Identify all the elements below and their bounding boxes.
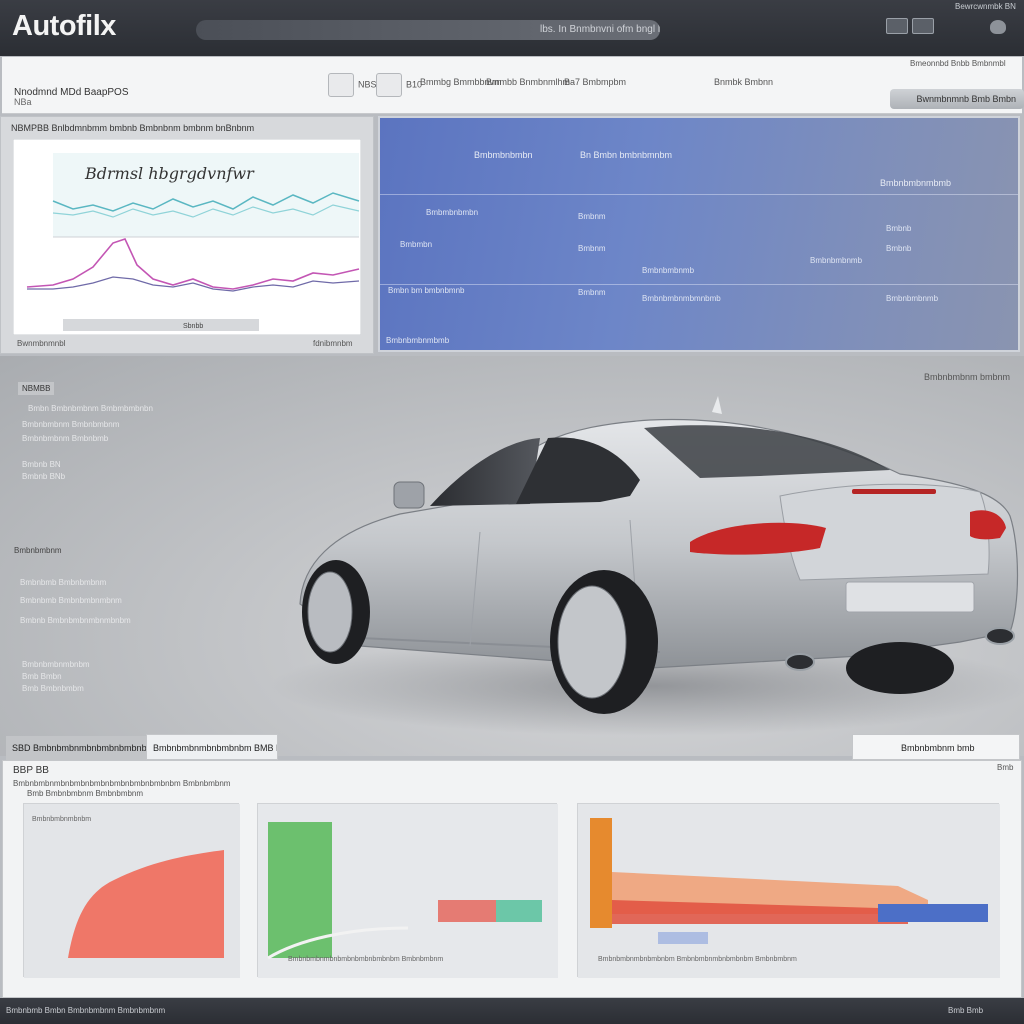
user-icon[interactable] (990, 20, 1006, 34)
bar (496, 900, 542, 922)
mini-chart: Bmbnbmbnmbnbmbnbm Bmbnbmbnmbnbmbnbm Bmbn… (577, 803, 1000, 978)
bar (590, 818, 612, 928)
status-right: Bmb Bmb (948, 1006, 984, 1015)
toolbar-item-label: Ba7 Bmbmpbm (564, 77, 627, 87)
telemetry-panel: NBMPBB Bnlbdmnbmm bmbnb Bmbnbnm bmbnm bn… (0, 116, 374, 354)
bar-chart (258, 804, 558, 978)
chart-label: Bmbnbmbnmbnbmbnbm Bmbnbmbnmbnbmbnbm Bmbn… (598, 956, 797, 963)
tab-details[interactable]: Bmbnbmbnmbnbmbnbm BMB BBB (146, 734, 278, 760)
row-divider (380, 284, 1018, 285)
toolbar-item-label: Bmmbb Bnmbnmlhm (486, 77, 571, 87)
chart-label: Bmbnbmbnmbnbm (32, 816, 92, 823)
tab-overview[interactable]: SBD Bmbnbmbnmbnbmbnbmbnbmbnbm (6, 736, 146, 760)
table-cell: Bmbmbnbmbn (426, 208, 479, 217)
table-cell: Bmbmbn (400, 240, 433, 249)
panel-title: BBP BB (13, 765, 49, 776)
search-text: lbs. In Bnmbnvni ofm bngl hnmf (540, 24, 660, 35)
antenna (712, 396, 722, 414)
sub-header: Nnodmnd MDd BaapPOS NBa NBSS B10 Bmmbg B… (2, 57, 1024, 114)
panel-title: NBMPBB Bnlbdmnbmm bmbnb Bmbnbnm bmbnm bn… (11, 123, 255, 133)
toolbar-item-label: Bnmbk Bmbnn (714, 77, 774, 87)
panel-right-label: Bmb (997, 763, 1014, 772)
table-cell: Bmbnm (578, 288, 606, 297)
rear-rim (557, 585, 627, 699)
exhaust-left (785, 653, 815, 671)
title-bar: Autofilx lbs. In Bnmbnvni ofm bngl hnmf … (0, 0, 1024, 56)
panel-footer-left: Bwnmbnmnbl (17, 339, 66, 348)
status-text: Bmbnbmb Bmbn Bmbnbmbnm Bmbnbmbnm (6, 1006, 166, 1015)
table-header: Bmbnbmbnmbmb (880, 178, 952, 188)
panel-footer-right: fdnibmnbm (313, 339, 353, 348)
stream-chart (578, 804, 1000, 978)
toolbar-item[interactable]: B10 (376, 73, 422, 97)
search-bar[interactable]: lbs. In Bnmbnvni ofm bngl hnmf (196, 20, 660, 40)
document-icon (376, 73, 402, 97)
table-cell: Bmbnbmbnmbmnbmb (642, 294, 721, 303)
table-cell: Bmbn bm bmbnbmnb (388, 286, 465, 295)
action-button[interactable]: Bwnmbnmnb Bmb Bmbn (890, 89, 1024, 109)
app-logo: Autofilx (12, 10, 116, 42)
table-cell: Bmbnbmbnmb (642, 266, 695, 275)
exhaust-right (985, 627, 1015, 645)
toolbar-item[interactable]: Ba7 Bmbmpbm (564, 77, 626, 87)
table-cell: Bmbnb (886, 244, 912, 253)
toolbar-icons (886, 18, 942, 36)
car-illustration (270, 396, 1024, 736)
row-divider (380, 194, 1018, 195)
far-wheel (846, 642, 954, 694)
status-bar: Bmbnbmb Bmbn Bmbnbmbnm Bmbnbmbnm Bmb Bmb (0, 998, 1024, 1024)
diagnostics-table-panel: Bmbmbnbmbn Bn Bmbn bmbnbmnbm Bmbnbmbnmbm… (378, 116, 1020, 352)
bar (438, 900, 496, 922)
chart-tab-label: Sbnbb (183, 323, 203, 330)
bar (658, 932, 708, 944)
table-footer: Bmbnbmbnmbmb (386, 336, 450, 345)
brake-light-bar (852, 489, 936, 494)
chart-tab[interactable] (63, 319, 259, 331)
chart-label: Bmbnbmbnmbnbmbnbmbnbmbnbm Bmbnbmbnm (288, 956, 444, 963)
top-right-text: Bewrcwnmbk BN (955, 2, 1016, 11)
gauge-icon (328, 73, 354, 97)
table-cell: Bmbnm (578, 212, 606, 221)
mini-chart: Bmbnbmbnmbnbm (23, 803, 240, 978)
sub-header-right: Bmeonnbd Bnbb Bmbnmbl (910, 59, 1006, 68)
chart-title: Bdrmsl hbgrgdvnfwr (84, 164, 255, 183)
toolbar-item[interactable]: NBSS (328, 73, 383, 97)
tab-options[interactable]: Bmbnbmbnm bmb (852, 734, 1020, 760)
window-icon[interactable] (886, 18, 908, 34)
bottom-tabs: SBD Bmbnbmbnmbnbmbnbmbnbmbnbm Bmbnbmbnmb… (0, 734, 1024, 760)
toolbar-item[interactable]: Bnmbk Bmbnn (714, 77, 773, 87)
table-cell: Bmbnbmbnmb (886, 294, 939, 303)
side-mirror (393, 481, 425, 509)
mini-chart: Bmbnbmbnmbnbmbnbmbnbmbnbm Bmbnbmbnm (257, 803, 558, 978)
page-subtitle: NBa (14, 97, 32, 107)
license-plate-area (845, 581, 975, 613)
table-header: Bmbmbnbmbn (474, 150, 533, 160)
vehicle-stage: NBMBB Bmbn Bmbnbmbnm Bmbmbmbnbn Bmbnbmbn… (0, 356, 1024, 756)
bar (878, 904, 988, 922)
table-cell: Bmbnm (578, 244, 606, 253)
area-chart (24, 804, 240, 978)
panel-subtitle: Bmbnbmbnmbnbmbnbmbnbmbnbmbnbmbnbm Bmbnbm… (13, 779, 231, 788)
panel-subtitle-2: Bmb Bmbnbmbnm Bmbnbmbnm (27, 789, 144, 798)
table-cell: Bmbnbmbnmb (810, 256, 863, 265)
toolbar-item[interactable]: Bmmbb Bnmbnmlhm (486, 77, 570, 87)
telemetry-chart: Bdrmsl hbgrgdvnfwr Sbnbb (13, 139, 361, 335)
front-rim (307, 571, 353, 653)
table-header: Bn Bmbn bmbnbmnbm (580, 150, 673, 160)
analytics-panel: BBP BB Bmbnbmbnmbnbmbnbmbnbmbnbmbnbmbnbm… (2, 760, 1022, 998)
panel-icon[interactable] (912, 18, 934, 34)
table-cell: Bmbnb (886, 224, 912, 233)
